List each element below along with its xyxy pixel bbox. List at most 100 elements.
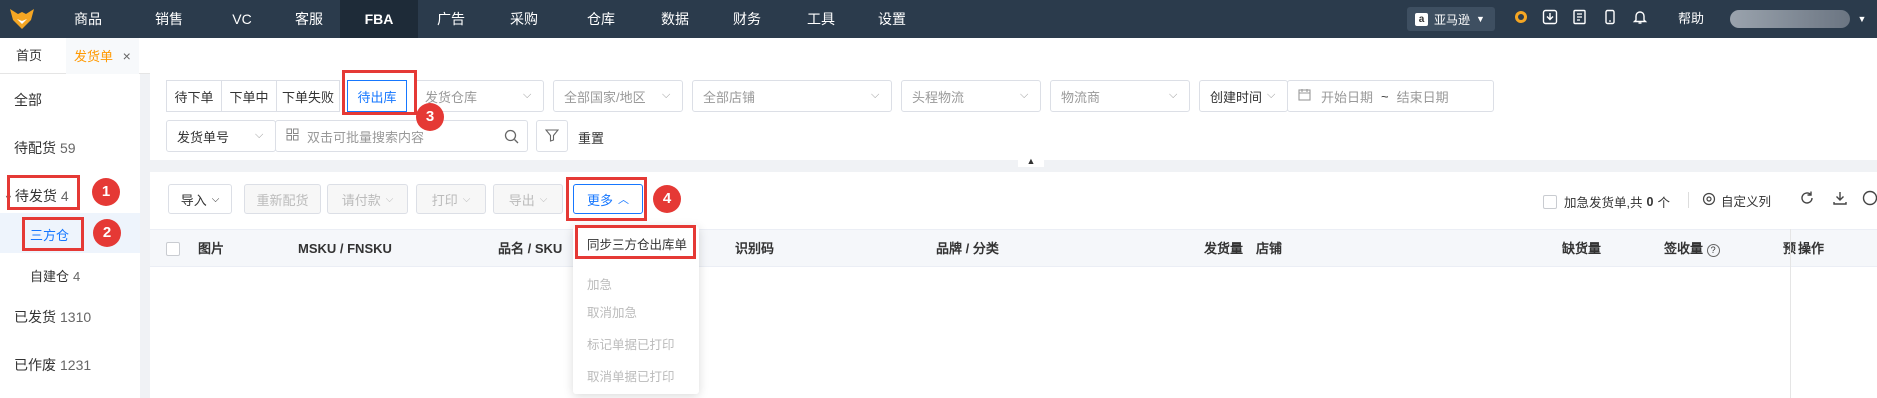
col-product-name: 品名 / SKU [498,241,563,256]
time-type-select[interactable]: 创建时间 ⌵ [1199,80,1288,112]
app-logo[interactable] [0,0,44,38]
export-button[interactable]: 导出 ⌵ [493,184,563,214]
main-menu: 商品 销售 VC 客服 FBA 广告 采购 仓库 数据 财务 工具 设置 [44,0,924,38]
nav-item-sales[interactable]: 销售 [132,0,206,38]
annotation-badge-4: 4 [653,185,681,213]
toolbar-divider [1688,192,1689,208]
sidebar-count: 1231 [60,357,92,373]
download-icon[interactable] [1540,9,1560,29]
date-range-picker[interactable]: 开始日期 ~ 结束日期 [1287,80,1494,112]
nav-item-service[interactable]: 客服 [278,0,340,38]
mobile-icon[interactable] [1600,9,1620,29]
sidebar-item-voided[interactable]: 已作废 1231 [14,355,91,375]
bell-icon[interactable] [1630,9,1650,29]
custom-columns-button[interactable]: 自定义列 [1702,191,1771,210]
annotation-box-2 [22,217,84,251]
annotation-badge-3: 3 [416,103,444,131]
export-label: 导出 [508,192,535,208]
import-button[interactable]: 导入 ⌵ [168,184,232,214]
settings-partial-icon[interactable] [1862,190,1877,209]
sidebar-item-all[interactable]: 全部 [14,90,42,110]
collapse-filter-icon[interactable]: ▲ [1018,155,1044,167]
chevron-down-icon: ⌵ [385,193,394,205]
col-shortage: 缺货量 [1562,241,1602,256]
search-field-label: 发货单号 [177,129,230,145]
chevron-down-icon: ⌵ [662,89,671,101]
search-icon[interactable] [504,129,519,147]
tab-home[interactable]: 首页 [16,38,42,74]
realloc-button[interactable]: 重新配货 [244,184,321,214]
page-tabs: 首页 发货单 × [0,38,1877,74]
date-separator: ~ [1381,88,1389,104]
chevron-down-icon: ⌵ [255,129,264,141]
annotation-box-3 [342,70,417,115]
sidebar-label: 已作废 [14,357,56,373]
menu-item-mark-printed[interactable]: 标记单据已打印 [587,334,675,353]
grid-icon [286,128,299,144]
sidebar-item-self-built[interactable]: 自建仓 4 [30,266,80,285]
download-icon[interactable] [1832,190,1848,209]
col-store: 店铺 [1256,241,1283,256]
annotation-box-4 [566,177,647,221]
user-avatar[interactable] [1730,10,1850,28]
help-link[interactable]: 帮助 [1678,0,1704,38]
annotation-badge-2: 2 [93,219,121,247]
status-tab-order-failed[interactable]: 下单失败 [276,80,340,112]
tab-shipping-orders-label: 发货单 [74,49,114,64]
annotation-box-1 [7,175,80,210]
carrier-placeholder: 物流商 [1061,89,1101,105]
nav-item-ads[interactable]: 广告 [418,0,484,38]
request-payment-button[interactable]: 请付款 ⌵ [327,184,408,214]
annotation-badge-1: 1 [92,178,120,206]
col-received-label: 签收量 [1664,241,1704,256]
country-select[interactable]: 全部国家/地区 ⌵ [553,80,683,112]
status-tab-to-order[interactable]: 待下单 [166,80,222,112]
end-date[interactable]: 结束日期 [1397,87,1449,106]
task-list-icon[interactable] [1570,9,1590,29]
nav-item-warehouse[interactable]: 仓库 [564,0,638,38]
search-input[interactable]: 双击可批量搜索内容 [275,120,528,152]
sidebar-item-pending-alloc[interactable]: 待配货 59 [14,138,76,158]
urgent-checkbox[interactable] [1543,194,1557,209]
user-caret-icon[interactable]: ▼ [1852,9,1872,29]
menu-item-cancel-urgent[interactable]: 取消加急 [587,302,637,321]
calendar-icon [1298,88,1311,104]
marketplace-label: 亚马逊 [1434,12,1471,27]
tab-shipping-orders[interactable]: 发货单 × [66,38,139,74]
top-nav: 商品 销售 VC 客服 FBA 广告 采购 仓库 数据 财务 工具 设置 a 亚… [0,0,1877,38]
reset-button[interactable]: 重置 [578,128,604,147]
sidebar-item-shipped[interactable]: 已发货 1310 [14,307,91,327]
menu-item-unmark-printed[interactable]: 取消单据已打印 [587,366,675,385]
nav-item-purchase[interactable]: 采购 [484,0,564,38]
search-field-select[interactable]: 发货单号 ⌵ [166,120,276,152]
store-select[interactable]: 全部店铺 ⌵ [692,80,892,112]
close-icon[interactable]: × [123,48,131,64]
nav-item-tools[interactable]: 工具 [782,0,860,38]
urgent-filter[interactable]: 加急发货单,共 0 个 [1543,192,1670,211]
notification-orb-icon[interactable] [1511,9,1531,29]
col-ship-qty: 发货量 [1204,241,1244,256]
select-all-checkbox[interactable] [166,242,180,256]
refresh-icon[interactable] [1799,190,1815,209]
chevron-down-icon: ⌵ [523,89,532,101]
fox-logo-icon [10,9,34,29]
nav-item-fba[interactable]: FBA [340,0,418,38]
menu-item-urgent[interactable]: 加急 [587,274,612,293]
help-icon[interactable]: ? [1706,244,1720,257]
nav-item-products[interactable]: 商品 [44,0,132,38]
col-actions: 操作 [1798,241,1825,256]
nav-item-vc[interactable]: VC [206,0,278,38]
chevron-down-icon: ⌵ [1169,89,1178,101]
chevron-down-icon: ⌵ [462,193,471,205]
status-tab-ordering[interactable]: 下单中 [221,80,277,112]
carrier-select[interactable]: 物流商 ⌵ [1050,80,1190,112]
caret-down-icon: ▼ [1476,14,1485,24]
marketplace-select[interactable]: a 亚马逊 ▼ [1407,7,1495,31]
nav-item-finance[interactable]: 财务 [712,0,782,38]
nav-item-settings[interactable]: 设置 [860,0,924,38]
logistics-select[interactable]: 头程物流 ⌵ [901,80,1041,112]
nav-item-data[interactable]: 数据 [638,0,712,38]
print-button[interactable]: 打印 ⌵ [416,184,486,214]
advanced-filter-button[interactable] [536,120,568,152]
start-date[interactable]: 开始日期 [1321,87,1373,106]
